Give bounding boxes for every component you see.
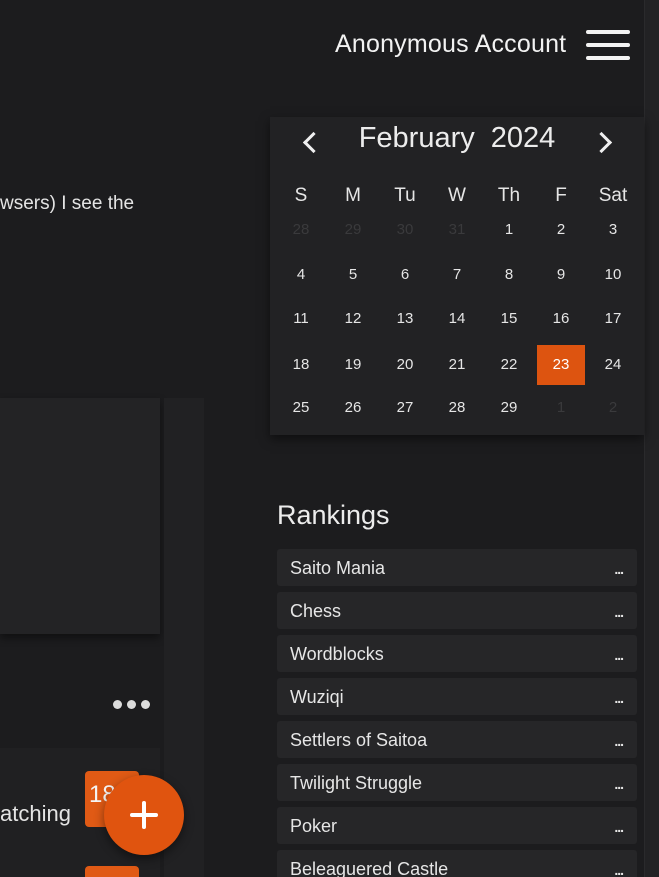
rankings-list: Saito Mania ... Chess ... Wordblocks ...… [277,549,637,877]
calendar-day-selected[interactable]: 23 [537,345,585,385]
calendar-day[interactable]: 24 [587,345,639,385]
weekday-label: Th [497,185,521,206]
account-name[interactable]: Anonymous Account [335,30,566,59]
calendar-week: 25 26 27 28 29 1 2 [275,388,639,428]
ranking-item[interactable]: Wuziqi ... [277,678,637,715]
ranking-item-label: Poker [290,816,338,836]
calendar-day[interactable]: 27 [379,388,431,428]
calendar-day[interactable]: 6 [379,255,431,295]
ellipsis-icon[interactable]: ... [614,819,624,835]
calendar-day[interactable]: 12 [327,299,379,339]
weekday-label: Tu [394,185,416,206]
calendar-day[interactable]: 2 [535,210,587,250]
ranking-item-label: Chess [290,601,342,621]
ellipsis-icon[interactable]: ... [614,733,624,749]
ranking-item-label: Beleaguered Castle [290,859,449,877]
calendar-day[interactable]: 9 [535,255,587,295]
calendar-day[interactable]: 18 [275,345,327,385]
calendar-week: 18 19 20 21 22 23 24 [275,345,639,385]
calendar-day[interactable]: 14 [431,299,483,339]
ranking-item[interactable]: Beleaguered Castle ... [277,850,637,877]
weekday-label: F [555,185,567,206]
weekday-label: Sat [598,185,628,206]
page: Anonymous Account wsers) I see the atchi… [0,0,659,877]
plus-icon[interactable] [104,775,184,855]
calendar-day[interactable]: 13 [379,299,431,339]
calendar-day[interactable]: 3 [587,210,639,250]
rankings-title: Rankings [277,500,390,530]
weekday-label: S [294,185,308,206]
ranking-item-label: Saito Mania [290,558,386,578]
calendar-day[interactable]: 29 [327,210,379,250]
calendar-week: 11 12 13 14 15 16 17 [275,299,639,339]
weekday-label: W [448,185,466,206]
ellipsis-icon[interactable]: ... [614,604,624,620]
calendar-week: 28 29 30 31 1 2 3 [275,210,639,250]
calendar-day[interactable]: 29 [483,388,535,428]
calendar-day[interactable]: 26 [327,388,379,428]
calendar-month: February [358,122,475,154]
ranking-item[interactable]: Settlers of Saitoa ... [277,721,637,758]
calendar-day[interactable]: 22 [483,345,535,385]
calendar-day[interactable]: 10 [587,255,639,295]
calendar-day[interactable]: 20 [379,345,431,385]
weekday-header: S M Tu W Th F Sat [275,185,639,207]
calendar-day[interactable]: 31 [431,210,483,250]
calendar-week: 4 5 6 7 8 9 10 [275,255,639,295]
ellipsis-icon[interactable]: ... [614,690,624,706]
count-badge-secondary [85,866,139,877]
calendar-day[interactable]: 1 [483,210,535,250]
ranking-item[interactable]: Saito Mania ... [277,549,637,586]
calendar-day[interactable]: 1 [535,388,587,428]
calendar-day[interactable]: 15 [483,299,535,339]
ellipsis-icon[interactable]: ... [614,776,624,792]
ellipsis-icon[interactable]: ... [614,561,624,577]
ranking-item-label: Wordblocks [290,644,384,664]
ranking-item[interactable]: Twilight Struggle ... [277,764,637,801]
ellipsis-icon[interactable]: ... [614,647,624,663]
calendar-day[interactable]: 17 [587,299,639,339]
ranking-item-label: Settlers of Saitoa [290,730,428,750]
ellipsis-icon[interactable] [113,696,153,716]
watching-label: atching [0,801,71,826]
ranking-item-label: Twilight Struggle [290,773,423,793]
chevron-right-icon[interactable] [588,127,618,157]
calendar-day[interactable]: 21 [431,345,483,385]
calendar-day[interactable]: 8 [483,255,535,295]
calendar-day[interactable]: 11 [275,299,327,339]
ranking-item[interactable]: Poker ... [277,807,637,844]
calendar-day[interactable]: 4 [275,255,327,295]
ellipsis-icon[interactable]: ... [614,862,624,877]
calendar-day[interactable]: 5 [327,255,379,295]
hamburger-icon[interactable] [586,30,630,62]
calendar-day[interactable]: 2 [587,388,639,428]
ranking-item[interactable]: Wordblocks ... [277,635,637,672]
calendar-day[interactable]: 25 [275,388,327,428]
calendar-day[interactable]: 16 [535,299,587,339]
calendar-day[interactable]: 28 [275,210,327,250]
ranking-item-label: Wuziqi [290,687,344,707]
post-card [0,398,160,634]
calendar-day[interactable]: 28 [431,388,483,428]
calendar-widget: February 2024 S M Tu W Th F Sat 28 29 30… [270,117,644,435]
calendar-day[interactable]: 30 [379,210,431,250]
post-text: wsers) I see the [0,193,135,214]
calendar-day[interactable]: 7 [431,255,483,295]
ranking-item[interactable]: Chess ... [277,592,637,629]
calendar-year: 2024 [490,122,556,154]
weekday-label: M [345,185,361,206]
scrollbar-track[interactable] [644,0,659,877]
calendar-day[interactable]: 19 [327,345,379,385]
